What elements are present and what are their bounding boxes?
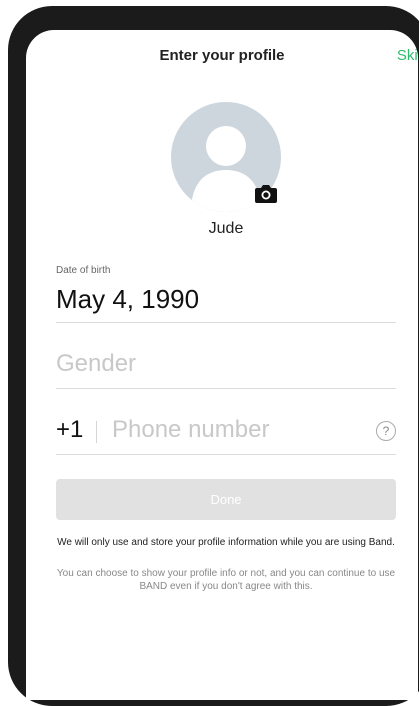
done-button[interactable]: Done bbox=[56, 479, 396, 520]
gender-field[interactable]: Gender bbox=[56, 350, 136, 378]
phone-divider bbox=[96, 421, 97, 443]
dob-label: Date of birth bbox=[56, 265, 111, 276]
country-code[interactable]: +1 bbox=[56, 416, 83, 444]
dob-field[interactable]: May 4, 1990 bbox=[56, 284, 199, 315]
profile-screen: Enter your profile Skip Jude Date of bir… bbox=[26, 30, 418, 700]
help-icon[interactable]: ? bbox=[376, 421, 396, 441]
dob-underline bbox=[56, 322, 396, 323]
phone-frame: Enter your profile Skip Jude Date of bir… bbox=[8, 6, 419, 706]
profile-name: Jude bbox=[208, 220, 244, 237]
page-title: Enter your profile bbox=[159, 47, 285, 64]
skip-button[interactable]: Skip bbox=[397, 47, 418, 64]
phone-underline bbox=[56, 454, 396, 455]
gender-underline bbox=[56, 388, 396, 389]
phone-number-field[interactable]: Phone number bbox=[112, 416, 269, 444]
privacy-notice-sub: You can choose to show your profile info… bbox=[56, 568, 396, 592]
camera-icon[interactable] bbox=[255, 185, 277, 203]
privacy-notice: We will only use and store your profile … bbox=[57, 537, 395, 548]
